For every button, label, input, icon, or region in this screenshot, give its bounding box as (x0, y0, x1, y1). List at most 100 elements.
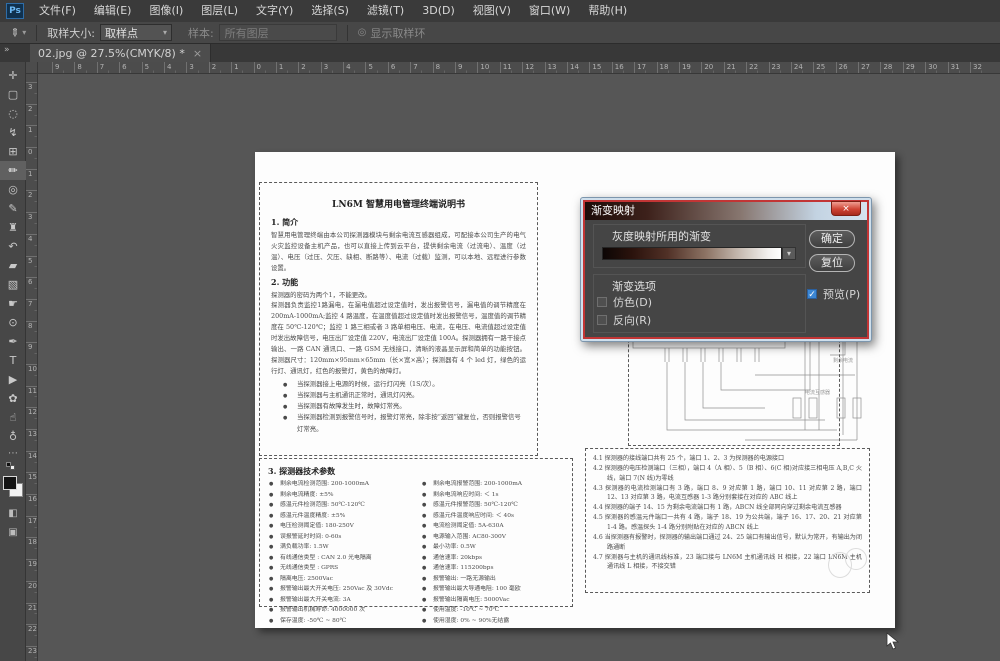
menu-item[interactable]: 图层(L) (192, 0, 247, 22)
eyedropper-icon: ✏ (8, 28, 21, 37)
chevron-down-icon: ▾ (22, 28, 26, 37)
section1-text: 智慧用电管理终端由本公司探测器模块与剩余电流互感器组成，可配接本公司生产的电气火… (271, 230, 526, 274)
param-item: 无线通信类型 : GPRS (268, 563, 411, 574)
reset-button[interactable]: 复位 (809, 254, 855, 272)
sample-layers-dropdown: 所有图层 (219, 24, 337, 41)
quick-mask-button[interactable]: ◧ (0, 504, 26, 523)
crop-tool[interactable]: ⊞ (0, 142, 26, 161)
sample-size-dropdown[interactable]: 取样点 ▾ (100, 24, 172, 41)
param-item: 报警输出最大开关电流: 3A (268, 595, 411, 606)
param-item: 感温元件温度精度: ±5% (268, 511, 411, 522)
ok-button[interactable]: 确定 (809, 230, 855, 248)
path-selection-tool[interactable]: ▶ (0, 370, 26, 389)
section4-list: 4.1 探测器的接线端口共有 25 个，端口 1、2、3 为探测器的电源接口4.… (593, 454, 862, 572)
menu-item[interactable]: 窗口(W) (520, 0, 579, 22)
param-item: 感温元件温度响应时间: ＜ 40s (421, 511, 564, 522)
reverse-label: 反向(R) (613, 312, 651, 328)
menu-item[interactable]: 文字(Y) (247, 0, 302, 22)
hand-tool[interactable]: ☝ (0, 408, 26, 427)
menu-item[interactable]: 3D(D) (413, 0, 464, 22)
sample-size-value: 取样点 (105, 25, 138, 41)
page-watermark (828, 548, 873, 584)
menu-item[interactable]: 图像(I) (140, 0, 192, 22)
param-item: 报警输出最大开关电压: 250Vac 及 30Vdc (268, 584, 411, 595)
param-item: 报警输出最大导通电阻: 100 毫欧 (421, 584, 564, 595)
magic-wand-tool[interactable]: ↯ (0, 123, 26, 142)
param-item: 有线通信类型 : CAN 2.0 光电隔离 (268, 553, 411, 564)
foreground-color-swatch[interactable] (3, 476, 17, 490)
clone-stamp-tool[interactable]: ♜ (0, 218, 26, 237)
divider (36, 25, 37, 41)
photoshop-logo-icon: Ps (6, 3, 24, 19)
preview-checkbox-row[interactable]: ✓ 预览(P) (807, 286, 860, 302)
default-colors-icon[interactable] (0, 460, 26, 472)
tool-preset-picker[interactable]: ✏ ▾ (10, 26, 26, 39)
dither-checkbox-row[interactable]: 仿色(D) (597, 294, 652, 310)
move-tool[interactable]: ✛ (0, 66, 26, 85)
sample-layers-value: 所有图层 (225, 25, 269, 41)
manual-title: LN6M 智慧用电管理终端说明书 (271, 197, 526, 210)
dither-checkbox[interactable] (597, 297, 607, 307)
led-bullet-list: 当探测器接上电源的时候，运行灯闪亮（1S/次）。当探测器与主机通讯正常时，通讯灯… (271, 379, 526, 435)
menu-item[interactable]: 滤镜(T) (358, 0, 413, 22)
reverse-checkbox-row[interactable]: 反向(R) (597, 312, 651, 328)
gradient-picker-caret[interactable]: ▾ (782, 247, 796, 260)
close-tab-icon[interactable]: × (193, 47, 202, 60)
param-item: 通信速率: 20kbps (421, 553, 564, 564)
menu-item[interactable]: 选择(S) (302, 0, 358, 22)
parameters-section: 3. 探测器技术参数 剩余电流检测范围: 200-1000mA剩余电流精度: ±… (259, 458, 573, 607)
collapse-toolbar-chevron[interactable]: » (4, 45, 10, 55)
tab-bar: » 02.jpg @ 27.5%(CMYK/8) * × (0, 44, 1000, 62)
zoom-tool[interactable]: ♁ (0, 427, 26, 446)
spot-healing-tool[interactable]: ◎ (0, 180, 26, 199)
lasso-tool[interactable]: ◌ (0, 104, 26, 123)
sample-ring-icon: ◎ (358, 27, 367, 38)
sample-size-label: 取样大小: (47, 25, 95, 41)
menu-item[interactable]: 文件(F) (30, 0, 85, 22)
section4-item: 4.1 探测器的接线端口共有 25 个，端口 1、2、3 为探测器的电源接口 (593, 454, 862, 464)
preview-checkbox[interactable]: ✓ (807, 289, 817, 299)
custom-shape-tool[interactable]: ✿ (0, 389, 26, 408)
param-item: 满负载功率: 1.5W (268, 542, 411, 553)
history-brush-tool[interactable]: ↶ (0, 237, 26, 256)
eyedropper-tool[interactable]: ✏ (0, 161, 26, 180)
menu-item[interactable]: 帮助(H) (579, 0, 636, 22)
section4-item: 4.2 探测器的电压检测端口（三相），端口 4（A 相）、5（B 相）、6(C … (593, 464, 862, 484)
type-tool[interactable]: T (0, 351, 26, 370)
param-item: 使用温度: -10℃ ~ 70℃ (421, 605, 564, 616)
sample-label: 样本: (188, 25, 214, 41)
menu-item[interactable]: 编辑(E) (85, 0, 141, 22)
edit-toolbar-ellipsis[interactable]: ⋯ (0, 446, 26, 460)
section4-item: 4.5 探测器的感温元件端口一共有 4 路，端子 18、19 为公共端，端子 1… (593, 513, 862, 533)
color-swatches[interactable] (0, 474, 26, 504)
show-sample-ring-checkbox: ◎ 显示取样环 (358, 25, 426, 41)
param-item: 感温元件检测范围: 50℃-120℃ (268, 500, 411, 511)
param-item: 使用湿度: 0% ~ 90%无结露 (421, 616, 564, 627)
gradient-tool[interactable]: ▧ (0, 275, 26, 294)
divider (347, 25, 348, 41)
section1-heading: 1. 简介 (271, 217, 526, 228)
ruler-corner (26, 62, 38, 74)
param-item: 通信速率: 115200bps (421, 563, 564, 574)
eraser-tool[interactable]: ▰ (0, 256, 26, 275)
dialog-title-bar[interactable]: 渐变映射 (585, 202, 867, 220)
bullet-item: 当探测器检测到报警信号时，报警灯常亮，除非按“返回”键复位，否则报警信号灯常亮。 (271, 412, 526, 434)
section3-heading: 3. 探测器技术参数 (268, 466, 564, 477)
document-tab[interactable]: 02.jpg @ 27.5%(CMYK/8) * × (30, 44, 211, 62)
param-item: 剩余电流检测范围: 200-1000mA (268, 479, 411, 490)
param-item: 报警输出机械寿命: 4000000 次 (268, 605, 411, 616)
dialog-close-button[interactable]: × (831, 201, 861, 216)
section4-item: 4.3 探测器的电流检测端口有 3 路，端口 8、9 对应第 1 路，端口 10… (593, 484, 862, 504)
smudge-tool[interactable]: ☛ (0, 294, 26, 313)
brush-tool[interactable]: ✎ (0, 199, 26, 218)
menu-item[interactable]: 视图(V) (464, 0, 520, 22)
marquee-tool[interactable]: ▢ (0, 85, 26, 104)
section2-text1: 探测器的密码为两个1，不能更改。 (271, 290, 526, 301)
gradient-preview-bar[interactable] (602, 247, 782, 260)
screen-mode-button[interactable]: ▣ (0, 523, 26, 542)
bullet-item: 当探测器接上电源的时候，运行灯闪亮（1S/次）。 (271, 379, 526, 390)
dodge-tool[interactable]: ⊙ (0, 313, 26, 332)
mouse-cursor (886, 632, 900, 650)
reverse-checkbox[interactable] (597, 315, 607, 325)
pen-tool[interactable]: ✒ (0, 332, 26, 351)
